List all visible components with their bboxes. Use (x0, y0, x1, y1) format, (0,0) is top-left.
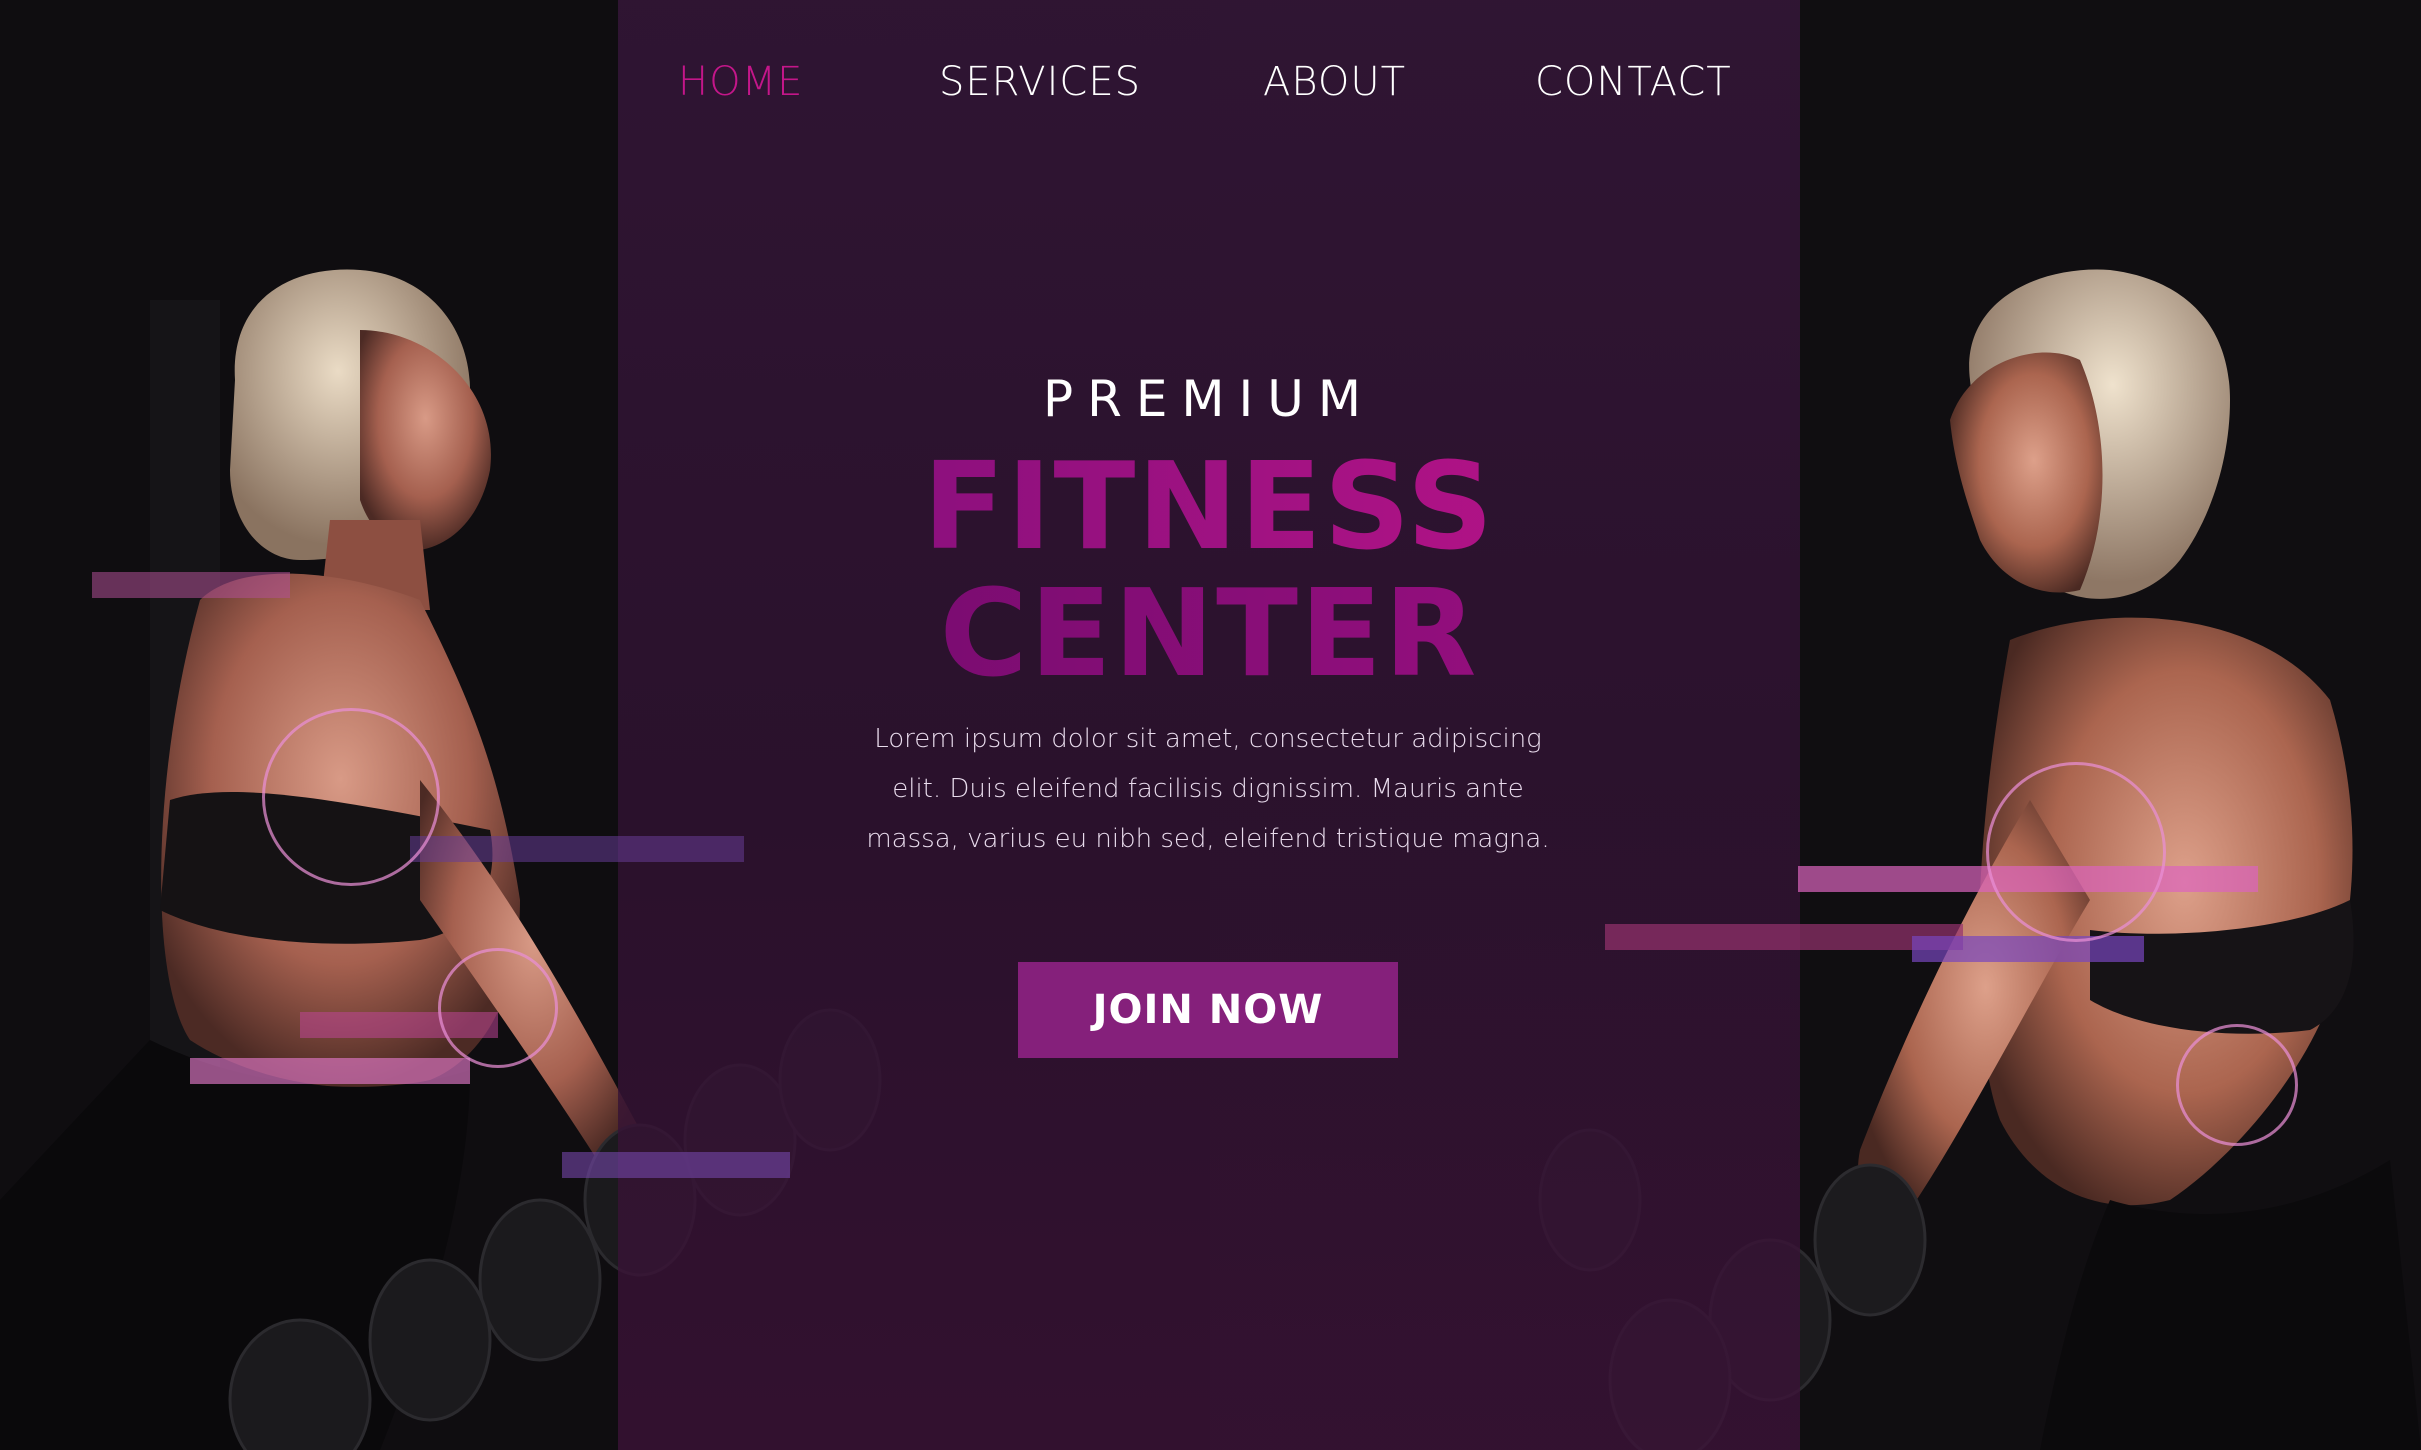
accent-ring (438, 948, 558, 1068)
landing-page: HOME SERVICES ABOUT CONTACT PREMIUM FITN… (0, 0, 2421, 1450)
accent-ring (262, 708, 440, 886)
accent-ring (2176, 1024, 2298, 1146)
accent-bar (410, 836, 744, 862)
accent-bar (1605, 924, 1963, 950)
hero-kicker: PREMIUM (1042, 370, 1376, 428)
nav-about-link[interactable]: ABOUT (1263, 52, 1406, 112)
accent-ring (1986, 762, 2166, 942)
join-now-button[interactable]: JOIN NOW (1018, 962, 1398, 1058)
accent-bar (562, 1152, 790, 1178)
hero-title-line-1: FITNESS (618, 448, 1800, 568)
accent-bar (92, 572, 290, 598)
nav-contact-link[interactable]: CONTACT (1535, 52, 1732, 112)
accent-bar (190, 1058, 470, 1084)
hero-description: Lorem ipsum dolor sit amet, consectetur … (866, 724, 1550, 854)
nav-home-link[interactable]: HOME (678, 52, 803, 112)
nav-services-link[interactable]: SERVICES (939, 52, 1141, 112)
hero-title-line-2: CENTER (618, 575, 1800, 695)
main-nav: HOME SERVICES ABOUT CONTACT (618, 52, 1800, 112)
accent-bar (1912, 936, 2144, 962)
